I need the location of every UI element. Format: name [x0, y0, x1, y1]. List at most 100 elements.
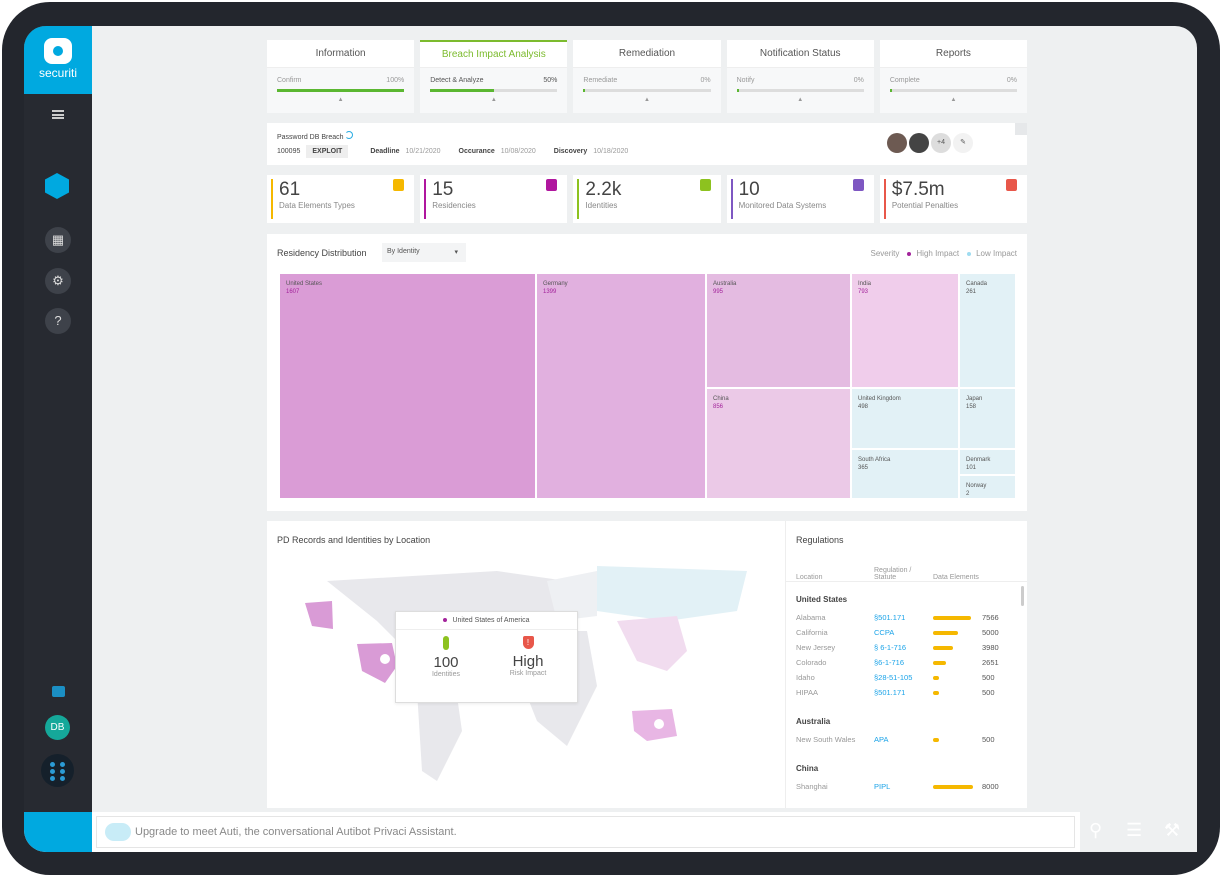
- help-icon[interactable]: ?: [45, 308, 71, 334]
- logo[interactable]: securiti: [24, 26, 92, 94]
- more-assignees[interactable]: +4: [931, 133, 951, 153]
- expand-caret-icon[interactable]: ▲: [890, 97, 1017, 103]
- regulation-link[interactable]: § 6-1-716: [874, 643, 906, 652]
- assistant-logo: [24, 812, 92, 852]
- search-icon[interactable]: ⚲: [1089, 820, 1102, 841]
- progress-fill: [889, 89, 892, 92]
- progress-bar: [583, 89, 711, 92]
- row-elements: 8000: [982, 782, 999, 791]
- regulation-row[interactable]: New Jersey § 6-1-716 3980: [796, 643, 1016, 658]
- chat-icon[interactable]: [52, 686, 65, 697]
- stat-card[interactable]: 10 Monitored Data Systems: [726, 175, 874, 223]
- regulation-link[interactable]: §501.171: [874, 613, 905, 622]
- hammer-icon[interactable]: ⚒: [1164, 820, 1180, 841]
- loading-icon: [345, 131, 354, 139]
- scrollbar[interactable]: [1021, 586, 1024, 606]
- tab-information[interactable]: Information Confirm 100% ▲: [267, 40, 415, 113]
- regulation-link[interactable]: PIPL: [874, 782, 890, 791]
- regulation-link[interactable]: §501.171: [874, 688, 905, 697]
- regulation-row[interactable]: California CCPA 5000: [796, 628, 1016, 643]
- treemap-cell[interactable]: Germany 1399: [536, 273, 706, 499]
- app-screen: securiti ▦ ⚙ ? DB Information Confirm 100%…: [24, 26, 1197, 852]
- incident-type-badge: EXPLOIT: [306, 145, 349, 158]
- cell-value: 2: [966, 491, 970, 497]
- dashboard-icon[interactable]: ▦: [45, 227, 71, 253]
- tab-progress: Remediate 0% ▲: [573, 68, 721, 113]
- cell-value: 1399: [543, 289, 557, 295]
- treemap-cell[interactable]: Australia 995: [706, 273, 851, 388]
- progress-bar: [277, 89, 405, 92]
- tooltip-risk: High: [512, 653, 544, 670]
- person-icon: [443, 636, 449, 650]
- row-location: Shanghai: [796, 782, 828, 791]
- treemap-cell[interactable]: India 793: [851, 273, 959, 388]
- discovery-value: 10/18/2020: [593, 148, 629, 155]
- step-label: Detect & Analyze: [430, 77, 484, 84]
- regulation-link[interactable]: CCPA: [874, 628, 894, 637]
- stats-row: 61 Data Elements Types 15 Residencies 2.2k Id…: [267, 175, 1028, 223]
- stat-card[interactable]: 15 Residencies: [420, 175, 568, 223]
- assignee-avatar[interactable]: [909, 133, 929, 153]
- progress-bar: [736, 89, 864, 92]
- data-elements-bar: [933, 616, 971, 620]
- expand-caret-icon[interactable]: ▲: [583, 97, 710, 103]
- cell-country: Norway: [966, 483, 987, 489]
- settings-icon[interactable]: ⚙: [45, 268, 71, 294]
- regulation-row[interactable]: Colorado §6-1-716 2651: [796, 658, 1016, 673]
- treemap-cell[interactable]: China 856: [706, 388, 851, 499]
- stat-card[interactable]: $7.5m Potential Penalties: [879, 175, 1028, 223]
- row-location: HIPAA: [796, 688, 818, 697]
- regulation-row[interactable]: Idaho §28-51-105 500: [796, 673, 1016, 688]
- menu-icon[interactable]: [52, 110, 64, 119]
- apps-icon[interactable]: [41, 754, 74, 787]
- treemap-cell[interactable]: United States 1607: [279, 273, 536, 499]
- shield-alert-icon: [1006, 179, 1018, 191]
- comment-icon[interactable]: [1015, 123, 1027, 135]
- regulation-link[interactable]: APA: [874, 735, 888, 744]
- regulation-link[interactable]: §28-51-105: [874, 673, 912, 682]
- tab-notification-status[interactable]: Notification Status Notify 0% ▲: [726, 40, 874, 113]
- treemap-cell[interactable]: South Africa 365: [851, 449, 959, 499]
- assistant-input[interactable]: Upgrade to meet Auti, the conversational…: [96, 816, 1075, 848]
- regulation-row[interactable]: Alabama §501.171 7566: [796, 613, 1016, 628]
- treemap-cell[interactable]: Norway 2: [959, 475, 1016, 499]
- tab-remediation[interactable]: Remediation Remediate 0% ▲: [573, 40, 721, 113]
- treemap-cell[interactable]: Canada 261: [959, 273, 1016, 388]
- legend-high: High Impact: [907, 249, 959, 258]
- stat-card[interactable]: 2.2k Identities: [573, 175, 721, 223]
- stat-label: Data Elements Types: [279, 201, 355, 210]
- stat-card[interactable]: 61 Data Elements Types: [267, 175, 415, 223]
- residency-dropdown[interactable]: By Identity: [382, 243, 466, 262]
- assignee-avatar[interactable]: [887, 133, 907, 153]
- regulation-link[interactable]: §6-1-716: [874, 658, 904, 667]
- cell-value: 1607: [286, 289, 300, 295]
- progress-row: Confirm 100%: [277, 77, 404, 84]
- regulation-row[interactable]: New South Wales APA 500: [796, 735, 1016, 750]
- regulation-row[interactable]: HIPAA §501.171 500: [796, 688, 1016, 703]
- tab-reports[interactable]: Reports Complete 0% ▲: [879, 40, 1028, 113]
- data-elements-bar: [933, 691, 939, 695]
- progress-fill: [277, 89, 405, 92]
- assignees[interactable]: +4 ✎: [887, 133, 973, 153]
- treemap-cell[interactable]: Japan 158: [959, 388, 1016, 449]
- expand-caret-icon[interactable]: ▲: [430, 97, 557, 103]
- regulation-row[interactable]: Shanghai PIPL 8000: [796, 782, 1016, 797]
- cell-value: 101: [966, 465, 977, 471]
- cell-value: 856: [713, 404, 724, 410]
- treemap-cell[interactable]: United Kingdom 498: [851, 388, 959, 449]
- data-mapping-icon[interactable]: [45, 173, 69, 199]
- sidebar: securiti ▦ ⚙ ? DB: [24, 26, 92, 812]
- tab-breach-impact-analysis[interactable]: Breach Impact Analysis Detect & Analyze 50…: [420, 40, 568, 113]
- tab-label: Information: [267, 40, 415, 68]
- avatar[interactable]: DB: [45, 715, 70, 740]
- cell-country: Australia: [713, 281, 737, 287]
- row-location: Alabama: [796, 613, 826, 622]
- expand-caret-icon[interactable]: ▲: [737, 97, 864, 103]
- filter-icon[interactable]: ☰: [1126, 820, 1142, 841]
- treemap-cell[interactable]: Denmark 101: [959, 449, 1016, 475]
- tab-label: Remediation: [573, 40, 721, 68]
- cell-country: Japan: [966, 396, 983, 402]
- edit-icon[interactable]: ✎: [953, 133, 973, 153]
- expand-caret-icon[interactable]: ▲: [277, 97, 404, 103]
